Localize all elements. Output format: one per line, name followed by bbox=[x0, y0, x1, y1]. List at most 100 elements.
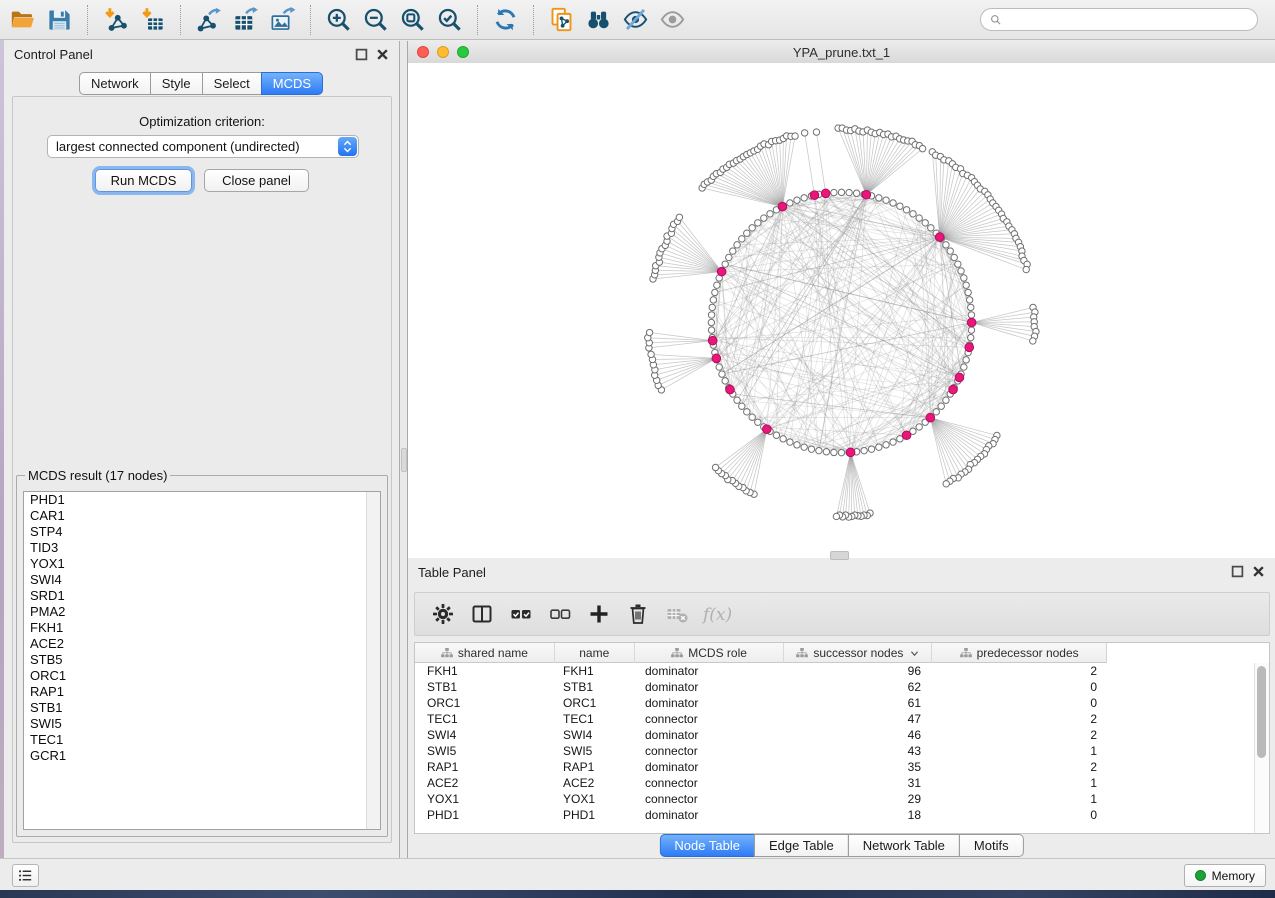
import-table-from-file-button[interactable] bbox=[134, 3, 171, 37]
tab-style[interactable]: Style bbox=[150, 72, 203, 95]
table-cell[interactable]: SWI5 bbox=[555, 744, 635, 758]
table-scrollbar[interactable] bbox=[1254, 663, 1269, 833]
zoom-in-button[interactable] bbox=[320, 3, 357, 37]
close-panel-icon[interactable] bbox=[1252, 565, 1265, 578]
table-cell[interactable]: dominator bbox=[635, 760, 785, 774]
table-cell[interactable]: 46 bbox=[785, 728, 933, 742]
table-cell[interactable]: RAP1 bbox=[415, 760, 555, 774]
table-cell[interactable]: 62 bbox=[785, 680, 933, 694]
table-row[interactable]: FKH1FKH1dominator962 bbox=[415, 663, 1107, 679]
table-cell[interactable]: ORC1 bbox=[555, 696, 635, 710]
table-cell[interactable]: dominator bbox=[635, 680, 785, 694]
delete-columns-button[interactable] bbox=[618, 595, 657, 633]
table-cell[interactable]: 96 bbox=[785, 664, 933, 678]
table-cell[interactable]: 2 bbox=[933, 760, 1107, 774]
table-cell[interactable]: 35 bbox=[785, 760, 933, 774]
table-row[interactable]: RAP1RAP1dominator352 bbox=[415, 759, 1107, 775]
apply-preferred-layout-button[interactable] bbox=[487, 3, 524, 37]
close-panel-button[interactable]: Close panel bbox=[204, 169, 309, 192]
table-cell[interactable]: FKH1 bbox=[415, 664, 555, 678]
mcds-result-item[interactable]: STB5 bbox=[24, 652, 380, 668]
export-table-button[interactable] bbox=[227, 3, 264, 37]
mcds-result-item[interactable]: STB1 bbox=[24, 700, 380, 716]
mcds-result-item[interactable]: RAP1 bbox=[24, 684, 380, 700]
unselect-all-columns-button[interactable] bbox=[540, 595, 579, 633]
export-network-button[interactable] bbox=[190, 3, 227, 37]
zoom-out-button[interactable] bbox=[357, 3, 394, 37]
table-mode-button[interactable] bbox=[423, 595, 462, 633]
search-input[interactable] bbox=[1007, 12, 1249, 28]
table-cell[interactable]: YOX1 bbox=[555, 792, 635, 806]
tab-mcds[interactable]: MCDS bbox=[261, 72, 323, 95]
mcds-result-item[interactable]: ACE2 bbox=[24, 636, 380, 652]
zoom-window-icon[interactable] bbox=[457, 46, 469, 58]
table-row[interactable]: TEC1TEC1connector472 bbox=[415, 711, 1107, 727]
table-cell[interactable]: 43 bbox=[785, 744, 933, 758]
close-window-icon[interactable] bbox=[417, 46, 429, 58]
column-header-predecessor-nodes[interactable]: predecessor nodes bbox=[932, 643, 1106, 663]
float-panel-icon[interactable] bbox=[1231, 565, 1244, 578]
table-cell[interactable]: 2 bbox=[933, 664, 1107, 678]
table-cell[interactable]: dominator bbox=[635, 728, 785, 742]
mcds-result-item[interactable]: ORC1 bbox=[24, 668, 380, 684]
table-cell[interactable]: ACE2 bbox=[555, 776, 635, 790]
function-builder-button[interactable]: f(x) bbox=[696, 595, 735, 633]
table-cell[interactable]: 0 bbox=[933, 680, 1107, 694]
table-cell[interactable]: connector bbox=[635, 776, 785, 790]
table-cell[interactable]: 1 bbox=[933, 776, 1107, 790]
table-cell[interactable]: ACE2 bbox=[415, 776, 555, 790]
task-history-button[interactable] bbox=[12, 864, 39, 887]
table-cell[interactable]: SWI5 bbox=[415, 744, 555, 758]
table-cell[interactable]: YOX1 bbox=[415, 792, 555, 806]
import-network-from-file-button[interactable] bbox=[97, 3, 134, 37]
table-cell[interactable]: PHD1 bbox=[415, 808, 555, 822]
table-cell[interactable]: dominator bbox=[635, 808, 785, 822]
table-scrollbar-thumb[interactable] bbox=[1257, 666, 1266, 758]
mcds-result-item[interactable]: PHD1 bbox=[24, 492, 380, 508]
table-cell[interactable]: connector bbox=[635, 792, 785, 806]
table-row[interactable]: ORC1ORC1dominator610 bbox=[415, 695, 1107, 711]
network-graph[interactable] bbox=[408, 63, 1275, 558]
mcds-result-item[interactable]: FKH1 bbox=[24, 620, 380, 636]
table-cell[interactable]: 1 bbox=[933, 744, 1107, 758]
table-cell[interactable]: FKH1 bbox=[555, 664, 635, 678]
tab-motifs[interactable]: Motifs bbox=[959, 834, 1024, 857]
create-new-column-button[interactable] bbox=[579, 595, 618, 633]
tab-node-table[interactable]: Node Table bbox=[659, 834, 755, 857]
column-header-successor-nodes[interactable]: successor nodes bbox=[784, 643, 932, 663]
show-all-button[interactable] bbox=[654, 3, 691, 37]
mcds-result-item[interactable]: SWI4 bbox=[24, 572, 380, 588]
table-cell[interactable]: SWI4 bbox=[555, 728, 635, 742]
minimize-window-icon[interactable] bbox=[437, 46, 449, 58]
zoom-selected-region-button[interactable] bbox=[431, 3, 468, 37]
mcds-result-item[interactable]: TEC1 bbox=[24, 732, 380, 748]
mcds-result-item[interactable]: STP4 bbox=[24, 524, 380, 540]
mcds-list-scrollbar[interactable] bbox=[366, 492, 380, 829]
close-panel-icon[interactable] bbox=[376, 48, 389, 61]
table-row[interactable]: STB1STB1dominator620 bbox=[415, 679, 1107, 695]
table-cell[interactable]: 47 bbox=[785, 712, 933, 726]
mcds-result-item[interactable]: TID3 bbox=[24, 540, 380, 556]
table-row[interactable]: YOX1YOX1connector291 bbox=[415, 791, 1107, 807]
table-cell[interactable]: PHD1 bbox=[555, 808, 635, 822]
export-image-button[interactable] bbox=[264, 3, 301, 37]
table-cell[interactable]: connector bbox=[635, 744, 785, 758]
table-cell[interactable]: TEC1 bbox=[415, 712, 555, 726]
mcds-result-item[interactable]: SRD1 bbox=[24, 588, 380, 604]
tab-select[interactable]: Select bbox=[202, 72, 262, 95]
mcds-result-item[interactable]: YOX1 bbox=[24, 556, 380, 572]
select-all-columns-button[interactable] bbox=[501, 595, 540, 633]
tab-network[interactable]: Network bbox=[79, 72, 151, 95]
memory-button[interactable]: Memory bbox=[1184, 864, 1266, 887]
zoom-fit-content-button[interactable] bbox=[394, 3, 431, 37]
mcds-result-item[interactable]: CAR1 bbox=[24, 508, 380, 524]
find-network-button[interactable] bbox=[580, 3, 617, 37]
table-cell[interactable]: 29 bbox=[785, 792, 933, 806]
column-header-shared-name[interactable]: shared name bbox=[415, 643, 555, 663]
table-cell[interactable]: 61 bbox=[785, 696, 933, 710]
float-panel-icon[interactable] bbox=[355, 48, 368, 61]
table-cell[interactable]: 31 bbox=[785, 776, 933, 790]
table-cell[interactable]: dominator bbox=[635, 664, 785, 678]
delete-table-button[interactable] bbox=[657, 595, 696, 633]
table-cell[interactable]: 18 bbox=[785, 808, 933, 822]
